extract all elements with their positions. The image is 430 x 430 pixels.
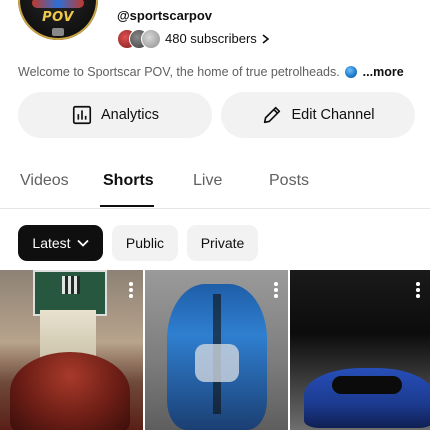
analytics-icon bbox=[72, 105, 92, 125]
chevron-down-icon bbox=[76, 239, 89, 247]
thumbnail-art bbox=[10, 352, 130, 430]
avatar-cars-graphic bbox=[32, 0, 84, 8]
thumbnail-art bbox=[304, 368, 430, 428]
description-text: Welcome to Sportscar POV, the home of tr… bbox=[18, 65, 340, 79]
short-thumbnail-1[interactable] bbox=[0, 270, 143, 430]
edit-channel-button[interactable]: Edit Channel bbox=[221, 92, 415, 138]
edit-channel-label: Edit Channel bbox=[291, 107, 375, 123]
avatar-badge bbox=[52, 28, 64, 36]
short-thumbnail-2[interactable] bbox=[145, 270, 288, 430]
subscriber-avatar bbox=[141, 29, 161, 49]
subscriber-count: 480 subscribers bbox=[165, 31, 257, 46]
description-more-link[interactable]: ...more bbox=[363, 65, 404, 79]
active-tab-indicator bbox=[100, 205, 154, 207]
filter-private-chip[interactable]: Private bbox=[187, 225, 258, 261]
channel-description[interactable]: Welcome to Sportscar POV, the home of tr… bbox=[18, 65, 404, 79]
subscriber-avatars[interactable] bbox=[117, 29, 161, 49]
analytics-label: Analytics bbox=[100, 107, 160, 123]
thumbnail-art bbox=[167, 284, 267, 430]
analytics-button[interactable]: Analytics bbox=[18, 92, 212, 138]
avatar-logo-text: POV bbox=[42, 10, 74, 25]
short-thumbnail-3[interactable] bbox=[290, 270, 430, 430]
globe-icon bbox=[345, 66, 358, 78]
tab-live[interactable]: Live bbox=[193, 172, 222, 190]
filter-latest-label: Latest bbox=[32, 235, 71, 251]
subscribers-link[interactable]: 480 subscribers bbox=[165, 31, 270, 46]
filter-latest-dropdown[interactable]: Latest bbox=[18, 225, 103, 261]
tab-posts[interactable]: Posts bbox=[269, 172, 309, 190]
pencil-icon bbox=[264, 106, 281, 124]
tab-videos[interactable]: Videos bbox=[20, 172, 69, 190]
more-vert-icon[interactable] bbox=[274, 282, 278, 298]
filter-public-chip[interactable]: Public bbox=[112, 225, 178, 261]
more-vert-icon[interactable] bbox=[416, 282, 420, 298]
tab-shorts[interactable]: Shorts bbox=[103, 172, 154, 190]
more-vert-icon[interactable] bbox=[129, 282, 133, 298]
channel-avatar[interactable]: POV bbox=[18, 0, 98, 40]
channel-tabs: Videos Shorts Live Posts bbox=[0, 168, 430, 209]
channel-handle: @sportscarpov bbox=[117, 8, 213, 23]
chevron-right-icon bbox=[262, 33, 270, 44]
